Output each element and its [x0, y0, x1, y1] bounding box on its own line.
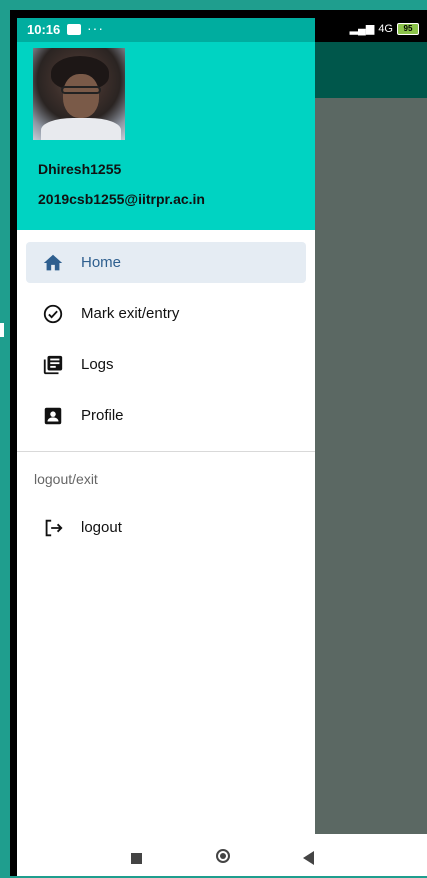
- menu-item-label: Home: [81, 254, 122, 271]
- screen-edge-mark: [0, 323, 4, 337]
- recent-apps-button[interactable]: [131, 853, 142, 864]
- status-time: 10:16: [27, 22, 61, 37]
- section-label: logout/exit: [34, 471, 98, 487]
- menu-item-logout[interactable]: logout: [26, 507, 306, 548]
- home-icon: [43, 254, 63, 271]
- battery-icon: 95: [397, 22, 419, 35]
- drawer-header: 10:16 ··· Dhiresh1255 2019csb1255@iitrpr…: [17, 18, 315, 230]
- menu-item-logs[interactable]: Logs: [26, 344, 306, 385]
- logout-icon: [45, 519, 63, 537]
- menu-item-mark-exit-entry[interactable]: Mark exit/entry: [26, 293, 306, 334]
- home-button[interactable]: [216, 849, 230, 863]
- menu-item-profile[interactable]: Profile: [26, 395, 306, 436]
- message-notification-icon: [67, 24, 81, 35]
- avatar[interactable]: [33, 48, 125, 140]
- avatar-face: [63, 74, 99, 118]
- avatar-shirt: [41, 118, 121, 140]
- menu-item-label: logout: [81, 519, 122, 536]
- more-notifications-icon: ···: [87, 20, 104, 36]
- menu-item-label: Mark exit/entry: [81, 305, 180, 322]
- menu-item-home[interactable]: Home: [26, 242, 306, 283]
- menu-item-label: Profile: [81, 407, 124, 424]
- check-circle-icon: [43, 304, 63, 324]
- logs-icon: [43, 355, 63, 375]
- profile-icon: [44, 407, 62, 425]
- system-nav-bar: [17, 834, 427, 876]
- network-type: 4G: [378, 22, 393, 35]
- avatar-glasses: [61, 86, 101, 94]
- phone-frame: ▂▄▆ 4G 95 10:16 ··· Dhiresh1255 2019csb1…: [10, 10, 427, 876]
- menu-divider: [17, 451, 315, 452]
- menu-item-label: Logs: [81, 356, 114, 373]
- user-email: 2019csb1255@iitrpr.ac.in: [38, 191, 205, 207]
- user-name: Dhiresh1255: [38, 161, 122, 177]
- drawer-status-bar: 10:16 ···: [17, 18, 315, 42]
- back-button[interactable]: [303, 851, 314, 865]
- signal-icon: ▂▄▆: [349, 23, 375, 35]
- status-right: ▂▄▆ 4G 95: [350, 22, 419, 35]
- screen: ▂▄▆ 4G 95 10:16 ··· Dhiresh1255 2019csb1…: [17, 18, 427, 876]
- navigation-drawer[interactable]: 10:16 ··· Dhiresh1255 2019csb1255@iitrpr…: [17, 18, 315, 876]
